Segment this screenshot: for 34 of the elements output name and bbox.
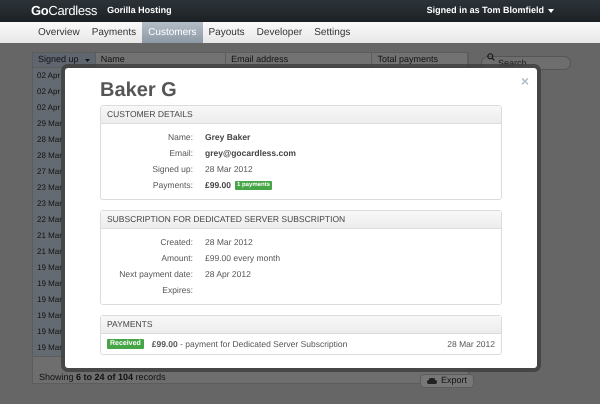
account-name: Gorilla Hosting bbox=[107, 4, 172, 18]
nav-tab[interactable]: Payouts bbox=[202, 22, 251, 43]
field-value: 28 Mar 2012 bbox=[205, 236, 253, 248]
field-label: Created: bbox=[159, 236, 193, 248]
nav-tab[interactable]: Overview bbox=[32, 22, 86, 43]
field-label: Next payment date: bbox=[118, 268, 193, 280]
field-value: 28 Mar 2012 bbox=[205, 163, 253, 175]
field-label: Email: bbox=[168, 147, 193, 159]
field-label: Name: bbox=[166, 131, 193, 143]
payment-description: £99.00 - payment for Dedicated Server Subscription bbox=[152, 338, 348, 350]
sort-caret-icon bbox=[84, 58, 90, 62]
export-button[interactable]: Export bbox=[420, 374, 474, 388]
field-value: 28 Apr 2012 bbox=[205, 268, 251, 280]
user-menu[interactable]: Signed in as Tom Blomfield bbox=[426, 4, 554, 18]
logo[interactable]: GoCardless bbox=[31, 1, 98, 21]
field-value: grey@gocardless.com bbox=[205, 147, 296, 159]
field-label: Expires: bbox=[161, 284, 193, 296]
search-icon bbox=[487, 53, 495, 61]
section-header: CUSTOMER DETAILS bbox=[101, 106, 501, 124]
nav-tab[interactable]: Payments bbox=[86, 22, 142, 43]
field-label: Amount: bbox=[160, 252, 193, 264]
field-value: £99.00 every month bbox=[205, 252, 280, 264]
section-header: SUBSCRIPTION FOR DEDICATED SERVER SUBSCRIPTION bbox=[101, 211, 501, 229]
section-header: PAYMENTS bbox=[101, 316, 501, 334]
field-label: Signed up: bbox=[151, 163, 193, 175]
field-label: Payments: bbox=[152, 179, 193, 191]
cloud-icon bbox=[427, 378, 437, 384]
nav-tab[interactable]: Settings bbox=[308, 22, 356, 43]
nav-tab[interactable]: Developer bbox=[250, 22, 308, 43]
caret-icon bbox=[548, 9, 554, 13]
field-value: £99.00 bbox=[205, 179, 231, 191]
payment-date: 28 Mar 2012 bbox=[447, 338, 495, 350]
field-value: Grey Baker bbox=[205, 131, 250, 143]
modal-title: Baker G bbox=[100, 78, 178, 102]
